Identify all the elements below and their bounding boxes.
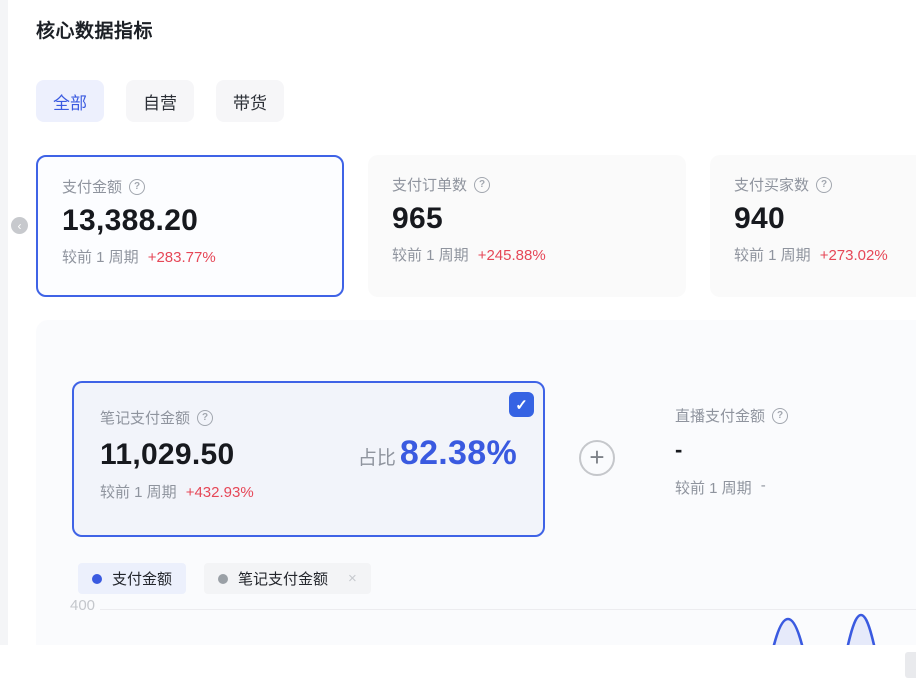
tab-affiliate[interactable]: 带货 bbox=[216, 80, 284, 122]
legend-item-note-payment-amount[interactable]: 笔记支付金额 × bbox=[204, 563, 371, 594]
compare-label: 较前 1 周期 bbox=[392, 244, 469, 265]
metric-label: 支付买家数 bbox=[734, 174, 809, 195]
help-icon[interactable]: ? bbox=[129, 179, 145, 195]
change-value: +283.77% bbox=[148, 249, 216, 266]
metric-compare-row: 较前 1 周期 +432.93% bbox=[100, 481, 517, 502]
help-icon[interactable]: ? bbox=[197, 410, 213, 426]
metric-value: 940 bbox=[734, 202, 916, 236]
note-metric-checkbox[interactable]: ✓ bbox=[509, 392, 534, 417]
live-payment-card[interactable]: 直播支付金额 ? - 较前 1 周期 - bbox=[675, 405, 788, 498]
metric-cards-row: 支付金额 ? 13,388.20 较前 1 周期 +283.77% 支付订单数 … bbox=[0, 155, 916, 297]
help-icon[interactable]: ? bbox=[474, 177, 490, 193]
metric-label-row: 笔记支付金额 ? bbox=[100, 407, 517, 428]
compare-label: 较前 1 周期 bbox=[100, 481, 177, 502]
carousel-prev-button[interactable]: ‹ bbox=[11, 217, 28, 234]
page-title: 核心数据指标 bbox=[36, 16, 153, 43]
chevron-left-icon: ‹ bbox=[18, 220, 22, 232]
metric-value: - bbox=[675, 437, 788, 463]
breakdown-panel: 笔记支付金额 ? 11,029.50 占比 82.38% 较前 1 周期 +43… bbox=[36, 320, 916, 645]
tab-self-operated[interactable]: 自营 bbox=[126, 80, 194, 122]
change-value: - bbox=[761, 477, 766, 498]
metric-value: 965 bbox=[392, 202, 662, 236]
metric-label: 支付金额 bbox=[62, 176, 122, 197]
ratio-block: 占比 82.38% bbox=[358, 434, 517, 473]
metric-label: 笔记支付金额 bbox=[100, 407, 190, 428]
change-value: +432.93% bbox=[186, 484, 254, 501]
legend-label: 笔记支付金额 bbox=[238, 568, 328, 589]
scope-tabs: 全部 自营 带货 bbox=[36, 80, 284, 122]
note-value-row: 11,029.50 占比 82.38% bbox=[100, 434, 517, 473]
legend-dot bbox=[218, 574, 228, 584]
metric-label-row: 支付金额 ? bbox=[62, 176, 318, 197]
metric-label: 直播支付金额 bbox=[675, 405, 765, 426]
close-icon[interactable]: × bbox=[348, 570, 357, 587]
payment-trend-chart[interactable] bbox=[0, 609, 916, 645]
metric-compare-row: 较前 1 周期 - bbox=[675, 477, 788, 498]
metric-label-row: 支付订单数 ? bbox=[392, 174, 662, 195]
compare-label: 较前 1 周期 bbox=[734, 244, 811, 265]
metric-label-row: 直播支付金额 ? bbox=[675, 405, 788, 426]
plus-icon: + bbox=[589, 444, 604, 470]
page-left-gutter bbox=[0, 0, 8, 645]
dashboard-core-metrics: 核心数据指标 全部 自营 带货 支付金额 ? 13,388.20 较前 1 周期… bbox=[0, 0, 916, 681]
metric-card-payment-amount[interactable]: 支付金额 ? 13,388.20 较前 1 周期 +283.77% bbox=[36, 155, 344, 297]
metric-card-paid-orders[interactable]: 支付订单数 ? 965 较前 1 周期 +245.88% bbox=[368, 155, 686, 297]
scrollbar-nub[interactable] bbox=[905, 652, 916, 678]
change-value: +273.02% bbox=[820, 247, 888, 264]
legend-label: 支付金额 bbox=[112, 568, 172, 589]
metric-label: 支付订单数 bbox=[392, 174, 467, 195]
check-icon: ✓ bbox=[515, 396, 528, 414]
note-payment-card[interactable]: 笔记支付金额 ? 11,029.50 占比 82.38% 较前 1 周期 +43… bbox=[72, 381, 545, 537]
metric-value: 13,388.20 bbox=[62, 204, 318, 238]
compare-label: 较前 1 周期 bbox=[62, 246, 139, 267]
chart-legend: 支付金额 笔记支付金额 × bbox=[78, 563, 371, 594]
help-icon[interactable]: ? bbox=[816, 177, 832, 193]
metric-compare-row: 较前 1 周期 +273.02% bbox=[734, 244, 916, 265]
add-metric-button[interactable]: + bbox=[579, 440, 615, 476]
metric-compare-row: 较前 1 周期 +245.88% bbox=[392, 244, 662, 265]
legend-item-payment-amount[interactable]: 支付金额 bbox=[78, 563, 186, 594]
ratio-label: 占比 bbox=[358, 443, 396, 470]
metric-value: 11,029.50 bbox=[100, 438, 235, 472]
legend-dot bbox=[92, 574, 102, 584]
ratio-value: 82.38% bbox=[400, 434, 517, 473]
metric-card-paid-buyers[interactable]: 支付买家数 ? 940 较前 1 周期 +273.02% bbox=[710, 155, 916, 297]
metric-label-row: 支付买家数 ? bbox=[734, 174, 916, 195]
help-icon[interactable]: ? bbox=[772, 408, 788, 424]
metric-compare-row: 较前 1 周期 +283.77% bbox=[62, 246, 318, 267]
tab-all[interactable]: 全部 bbox=[36, 80, 104, 122]
compare-label: 较前 1 周期 bbox=[675, 477, 752, 498]
change-value: +245.88% bbox=[478, 247, 546, 264]
